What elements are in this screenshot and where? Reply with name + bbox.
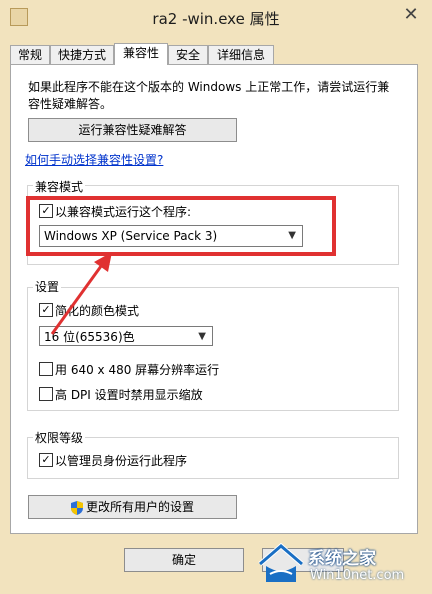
admin-label: 以管理员身份运行此程序	[55, 454, 188, 468]
tab-security[interactable]: 安全	[168, 45, 208, 64]
intro-text-line2: 容性疑难解答。	[28, 97, 113, 111]
chevron-down-icon: ▼	[198, 331, 206, 342]
dpi-checkbox[interactable]	[39, 387, 53, 401]
dpi-label: 高 DPI 设置时禁用显示缩放	[55, 388, 203, 402]
compat-mode-group-label: 兼容模式	[33, 178, 86, 195]
privilege-group-label: 权限等级	[33, 429, 86, 446]
annotation-highlight-box	[26, 196, 336, 256]
res-640-label: 用 640 x 480 屏幕分辨率运行	[55, 363, 220, 377]
run-troubleshooter-button[interactable]: 运行兼容性疑难解答	[28, 118, 237, 142]
tab-general[interactable]: 常规	[10, 45, 50, 64]
tab-compatibility[interactable]: 兼容性	[114, 43, 168, 65]
res-640-checkbox[interactable]	[39, 362, 53, 376]
manual-settings-link[interactable]: 如何手动选择兼容性设置?	[25, 151, 163, 168]
watermark-line2: Win10net.com	[310, 568, 405, 583]
admin-checkbox[interactable]: ✓	[39, 453, 53, 467]
watermark-line1: 系统之家	[308, 549, 376, 569]
logo-house-icon	[258, 542, 304, 582]
change-all-users-button[interactable]: 更改所有用户的设置	[28, 495, 237, 519]
ok-button[interactable]: 确定	[124, 548, 244, 572]
tab-details[interactable]: 详细信息	[208, 45, 274, 64]
tab-shortcut[interactable]: 快捷方式	[50, 45, 114, 64]
compatibility-panel: 如果此程序不能在这个版本的 Windows 上正常工作，请尝试运行兼 容性疑难解…	[10, 64, 418, 534]
site-watermark: 系统之家 Win10net.com	[256, 540, 426, 590]
change-all-users-label: 更改所有用户的设置	[85, 500, 194, 514]
window-title: ra2 -win.exe 属性	[152, 10, 280, 28]
shield-icon	[70, 500, 83, 515]
intro-text-line1: 如果此程序不能在这个版本的 Windows 上正常工作，请尝试运行兼	[28, 80, 390, 94]
close-button[interactable]: ✕	[398, 4, 424, 26]
reduced-color-checkbox[interactable]: ✓	[39, 303, 53, 317]
properties-window: ra2 -win.exe 属性 ✕ 常规 快捷方式 兼容性 安全 详细信息 如果…	[0, 0, 432, 594]
reduced-color-label: 简化的颜色模式	[55, 304, 140, 318]
settings-group-label: 设置	[33, 278, 62, 295]
color-mode-selected: 16 位(65536)色	[44, 330, 135, 344]
title-bar[interactable]: ra2 -win.exe 属性 ✕	[0, 0, 432, 36]
color-mode-select[interactable]: 16 位(65536)色 ▼	[39, 326, 213, 346]
